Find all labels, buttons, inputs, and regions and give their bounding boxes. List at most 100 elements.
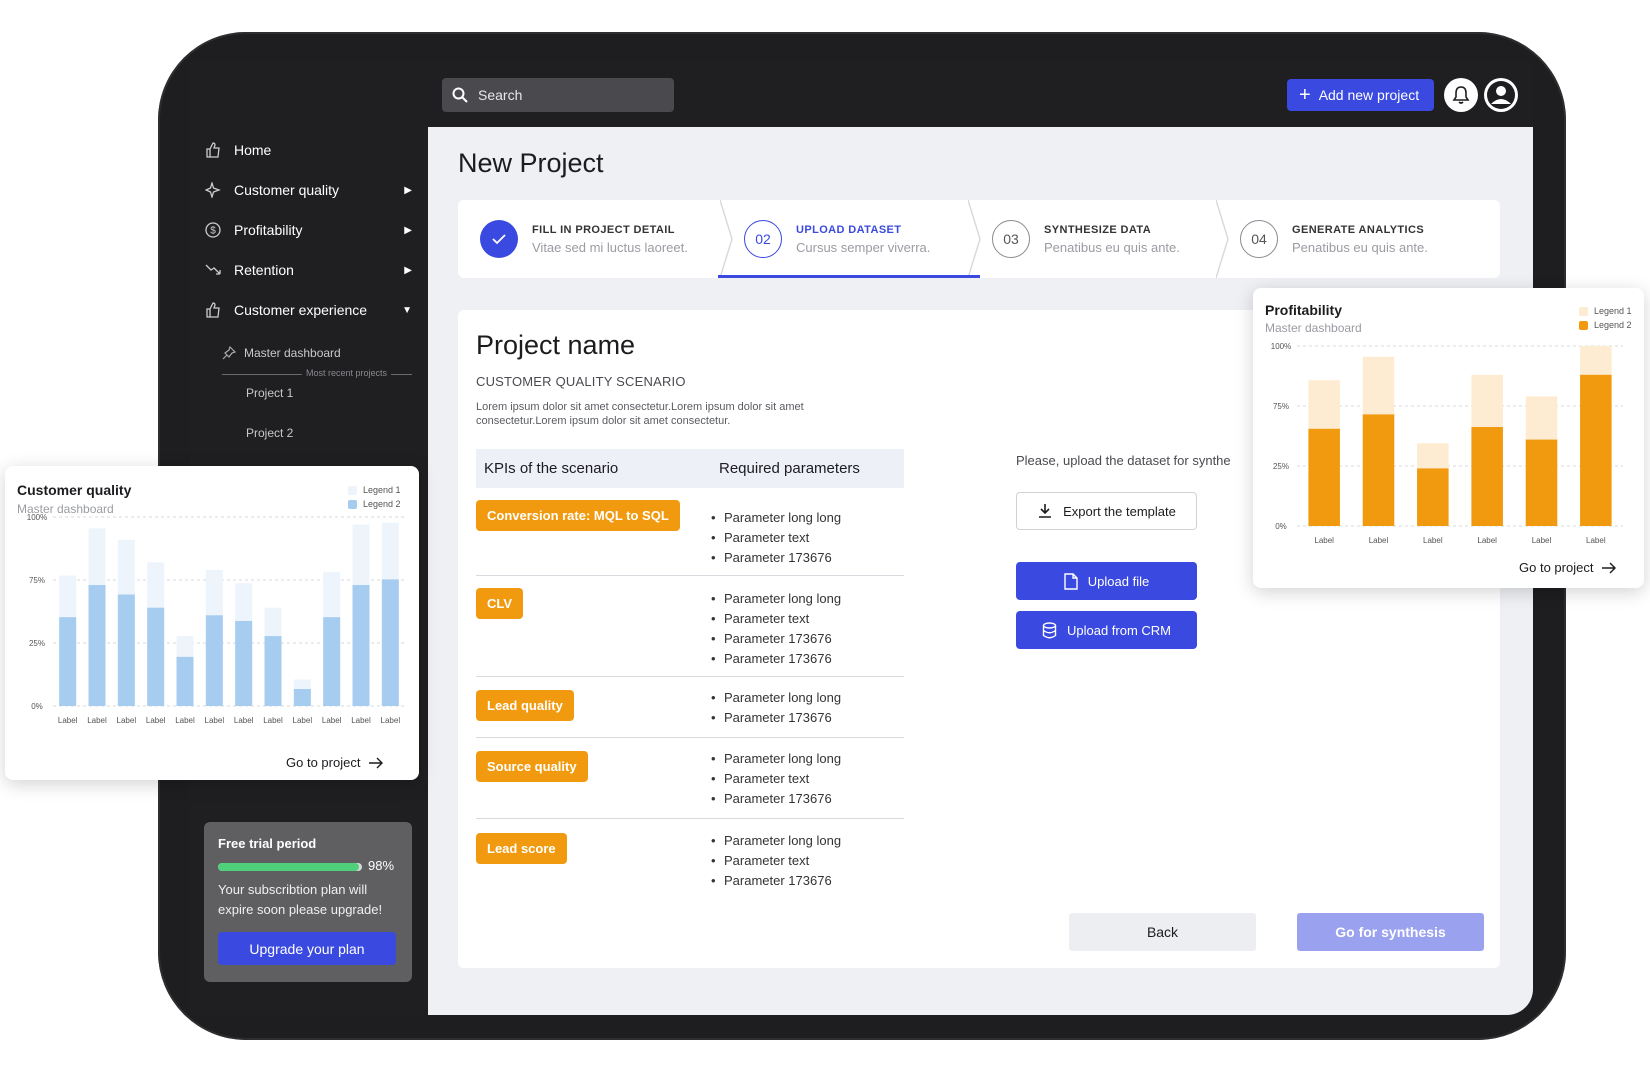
bar-series-2 [352, 585, 370, 706]
param-item: Parameter 173676 [711, 548, 841, 568]
sidebar-item-home[interactable]: Home [204, 137, 412, 163]
sidebar-item-label: Customer experience [234, 302, 368, 318]
go-to-project-link[interactable]: Go to project [1519, 560, 1617, 575]
param-item: Parameter 173676 [711, 629, 841, 649]
add-new-project-label: Add new project [1318, 87, 1420, 103]
param-item: Parameter 173676 [711, 649, 841, 669]
x-tick-label: Label [293, 716, 313, 725]
y-tick-label: 75% [29, 576, 45, 585]
kpi-params: Parameter long long Parameter text Param… [711, 831, 841, 891]
recent-projects-label: Most recent projects [302, 368, 392, 378]
go-to-project-label: Go to project [286, 755, 361, 770]
search-placeholder: Search [478, 87, 523, 103]
step-number: 03 [992, 220, 1030, 258]
kpi-tag[interactable]: CLV [476, 588, 524, 619]
svg-text:$: $ [210, 226, 216, 237]
bar-series-2 [1308, 428, 1340, 526]
kpi-tag[interactable]: Source quality [476, 751, 588, 782]
go-to-project-label: Go to project [1519, 560, 1594, 575]
y-tick-label: 75% [1273, 402, 1289, 411]
step-subtitle: Cursus semper viverra. [796, 239, 931, 255]
step-4[interactable]: 04 GENERATE ANALYTICS Penatibus eu quis a… [1240, 200, 1428, 278]
kpi-row: Source quality Parameter long long Param… [476, 738, 904, 819]
thumbs-up-icon [204, 301, 222, 319]
sidebar-item-profitability[interactable]: $ Profitability ▶ [204, 217, 412, 243]
bell-icon [1452, 86, 1470, 104]
param-item: Parameter text [711, 528, 841, 548]
bar-series-2 [88, 585, 106, 706]
kpi-tag[interactable]: Lead quality [476, 690, 574, 721]
back-button[interactable]: Back [1069, 913, 1256, 951]
arrow-right-icon [369, 757, 384, 768]
trial-percent: 98% [368, 858, 395, 873]
bar-series-2 [1471, 427, 1503, 526]
upgrade-plan-button[interactable]: Upgrade your plan [218, 932, 396, 965]
sidebar-item-label: Retention [234, 262, 294, 278]
kpi-params: Parameter long long Parameter text Param… [711, 749, 841, 809]
sidebar-project-1[interactable]: Project 1 [246, 386, 293, 400]
bar-series-2 [1525, 439, 1558, 526]
kpi-tag[interactable]: Lead score [476, 833, 567, 864]
sidebar-item-master-dashboard[interactable]: Master dashboard [222, 346, 341, 360]
notifications-button[interactable] [1444, 78, 1478, 112]
sidebar-project-2[interactable]: Project 2 [246, 426, 293, 440]
user-avatar[interactable] [1484, 78, 1518, 112]
sidebar-item-label: Home [234, 142, 272, 158]
step-separator [968, 200, 981, 278]
check-icon [480, 220, 518, 258]
step-2[interactable]: 02 UPLOAD DATASET Cursus semper viverra. [744, 200, 930, 278]
upload-instructions: Please, upload the dataset for synthe [1016, 453, 1231, 468]
trend-down-icon [204, 261, 222, 279]
bar-series-2 [381, 579, 399, 706]
kpi-table-header: KPIs of the scenario Required parameters [476, 449, 904, 488]
search-input[interactable]: Search [442, 78, 674, 112]
kpi-row: Conversion rate: MQL to SQL Parameter lo… [476, 492, 904, 576]
param-item: Parameter text [711, 769, 841, 789]
y-tick-label: 25% [29, 639, 45, 648]
step-3[interactable]: 03 SYNTHESIZE DATA Penatibus eu quis ante… [992, 200, 1180, 278]
customer-quality-chart: 100% 75% 25% 0% Label Label Label Label Label Lab… [27, 513, 405, 725]
sidebar-item-retention[interactable]: Retention ▶ [204, 257, 412, 283]
add-new-project-button[interactable]: + Add new project [1287, 79, 1434, 111]
upload-file-label: Upload file [1087, 573, 1150, 589]
page-title: New Project [458, 148, 604, 178]
bar-series-2 [59, 617, 77, 706]
param-item: Parameter text [711, 609, 841, 629]
go-for-synthesis-button[interactable]: Go for synthesis [1297, 913, 1484, 951]
param-item: Parameter long long [711, 688, 841, 708]
customer-quality-card: Customer quality Master dashboard Legend… [5, 466, 419, 780]
user-icon [1487, 81, 1515, 109]
upload-crm-button[interactable]: Upload from CRM [1016, 611, 1197, 649]
upload-file-button[interactable]: Upload file [1016, 562, 1197, 600]
go-to-project-link[interactable]: Go to project [286, 755, 384, 770]
thumbs-up-icon [204, 141, 222, 159]
x-tick-label: Label [1423, 536, 1443, 545]
param-item: Parameter 173676 [711, 708, 841, 728]
x-tick-label: Label [1586, 536, 1606, 545]
master-dashboard-label: Master dashboard [244, 346, 341, 360]
step-title: FILL IN PROJECT DETAIL [532, 223, 675, 236]
kpi-tag[interactable]: Conversion rate: MQL to SQL [476, 500, 680, 531]
sidebar-item-customer-quality[interactable]: Customer quality ▶ [204, 177, 412, 203]
file-icon [1064, 572, 1078, 590]
kpi-params: Parameter long long Parameter text Param… [711, 508, 841, 568]
sparkle-icon [204, 181, 222, 199]
export-template-button[interactable]: Export the template [1016, 492, 1197, 530]
y-tick-label: 100% [1271, 342, 1291, 351]
bar-series-2 [147, 607, 165, 706]
x-tick-label: Label [117, 716, 137, 725]
sidebar-item-label: Customer quality [234, 182, 340, 198]
kpi-row: Lead quality Parameter long long Paramet… [476, 677, 904, 738]
bar-series-2 [264, 636, 282, 706]
sidebar-item-customer-experience[interactable]: Customer experience ▼ [204, 297, 412, 323]
step-1[interactable]: FILL IN PROJECT DETAIL Vitae sed mi luctu… [480, 200, 688, 278]
trial-title: Free trial period [218, 836, 317, 851]
bar-series-2 [205, 615, 223, 706]
step-subtitle: Penatibus eu quis ante. [1292, 239, 1428, 255]
pin-icon [222, 346, 236, 360]
database-icon [1042, 621, 1057, 638]
x-tick-label: Label [234, 716, 254, 725]
bar-series-2 [176, 656, 194, 706]
step-number: 02 [744, 220, 782, 258]
chevron-down-icon: ▼ [402, 304, 412, 316]
